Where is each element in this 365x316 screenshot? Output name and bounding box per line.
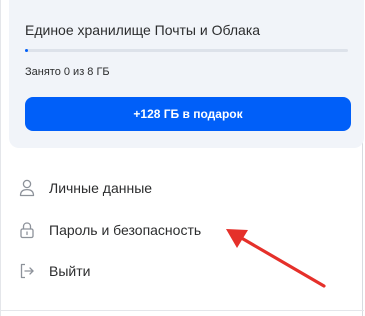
storage-used-label: Занято 0 из 8 ГБ xyxy=(25,66,110,78)
menu-item-personal-data[interactable]: Личные данные xyxy=(19,174,152,202)
logout-icon xyxy=(19,262,35,280)
menu-item-label: Личные данные xyxy=(49,180,153,196)
menu-item-label: Выйти xyxy=(49,263,91,279)
bottom-divider xyxy=(1,310,364,311)
storage-title: Единое хранилище Почты и Облака xyxy=(25,22,261,38)
person-icon xyxy=(19,179,35,197)
gift-storage-button[interactable]: +128 ГБ в подарок xyxy=(25,97,351,131)
menu-item-label: Пароль и безопасность xyxy=(49,222,202,238)
storage-card: Единое хранилище Почты и Облака Занято 0… xyxy=(9,0,364,148)
menu-item-logout[interactable]: Выйти xyxy=(19,257,90,285)
lock-icon xyxy=(19,221,35,239)
annotation-arrow-icon xyxy=(226,229,326,288)
storage-progress-bar xyxy=(25,49,348,52)
menu-item-password-security[interactable]: Пароль и безопасность xyxy=(19,216,201,244)
storage-progress-fill xyxy=(25,49,28,52)
